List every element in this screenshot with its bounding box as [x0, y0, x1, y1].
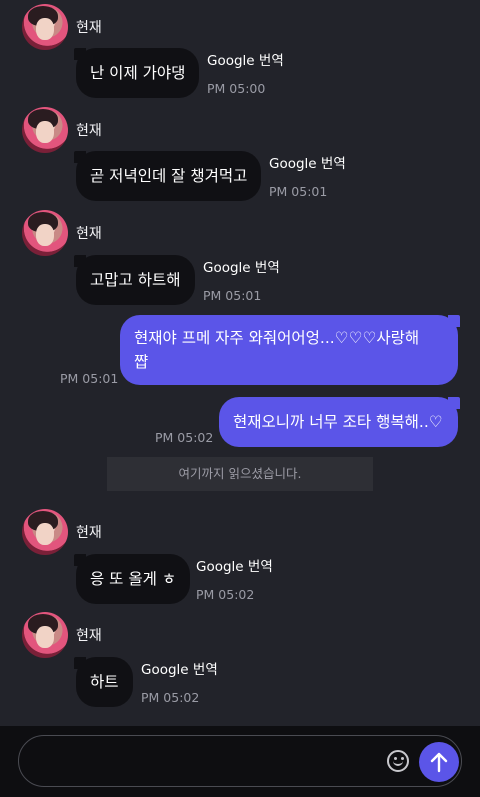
- incoming-message-bubble[interactable]: 고맙고 하트해: [74, 255, 195, 305]
- incoming-message-bubble[interactable]: 곧 저녁인데 잘 챙겨먹고: [73, 151, 262, 201]
- sender-name: 현재: [76, 525, 102, 541]
- message-time: PM 05:02: [155, 430, 214, 445]
- avatar[interactable]: [22, 107, 68, 153]
- incoming-message-bubble[interactable]: 하트: [74, 657, 133, 707]
- message-time: PM 05:00: [207, 81, 266, 96]
- message-time: PM 05:01: [269, 184, 328, 199]
- message-time: PM 05:01: [203, 288, 262, 303]
- sender-name: 현재: [76, 20, 102, 36]
- outgoing-message-line: 쨥: [134, 353, 149, 371]
- avatar[interactable]: [22, 210, 68, 256]
- outgoing-message-bubble[interactable]: 현재오니까 너무 조타 행복해..♡: [219, 397, 460, 447]
- translate-link[interactable]: Google 번역: [141, 661, 218, 679]
- smile-icon[interactable]: [387, 750, 409, 772]
- chat-screen: 현재 난 이제 가야댕 Google 번역 PM 05:00 현재 곧 저녁인데…: [0, 0, 480, 797]
- avatar[interactable]: [22, 4, 68, 50]
- message-time: PM 05:02: [141, 690, 200, 705]
- read-marker: 여기까지 읽으셨습니다.: [107, 457, 373, 491]
- outgoing-message-line: 현재야 프메 자주 와줘어어엉...♡♡♡사랑해: [134, 329, 420, 347]
- message-time: PM 05:02: [196, 587, 255, 602]
- arrow-up-icon: [430, 752, 448, 773]
- sender-name: 현재: [76, 226, 102, 242]
- message-input[interactable]: [18, 735, 462, 787]
- incoming-message-bubble[interactable]: 난 이제 가야댕: [73, 48, 200, 98]
- outgoing-message-bubble[interactable]: 현재야 프메 자주 와줘어어엉...♡♡♡사랑해 쨥: [120, 315, 460, 385]
- avatar[interactable]: [22, 612, 68, 658]
- avatar[interactable]: [22, 509, 68, 555]
- sender-name: 현재: [76, 123, 102, 139]
- message-time: PM 05:01: [60, 371, 119, 386]
- composer-bar: [0, 726, 480, 797]
- translate-link[interactable]: Google 번역: [203, 259, 280, 277]
- translate-link[interactable]: Google 번역: [196, 558, 273, 576]
- send-button[interactable]: [419, 742, 459, 782]
- sender-name: 현재: [76, 628, 102, 644]
- translate-link[interactable]: Google 번역: [207, 52, 284, 70]
- incoming-message-bubble[interactable]: 응 또 올게 ㅎ: [73, 554, 191, 604]
- translate-link[interactable]: Google 번역: [269, 155, 346, 173]
